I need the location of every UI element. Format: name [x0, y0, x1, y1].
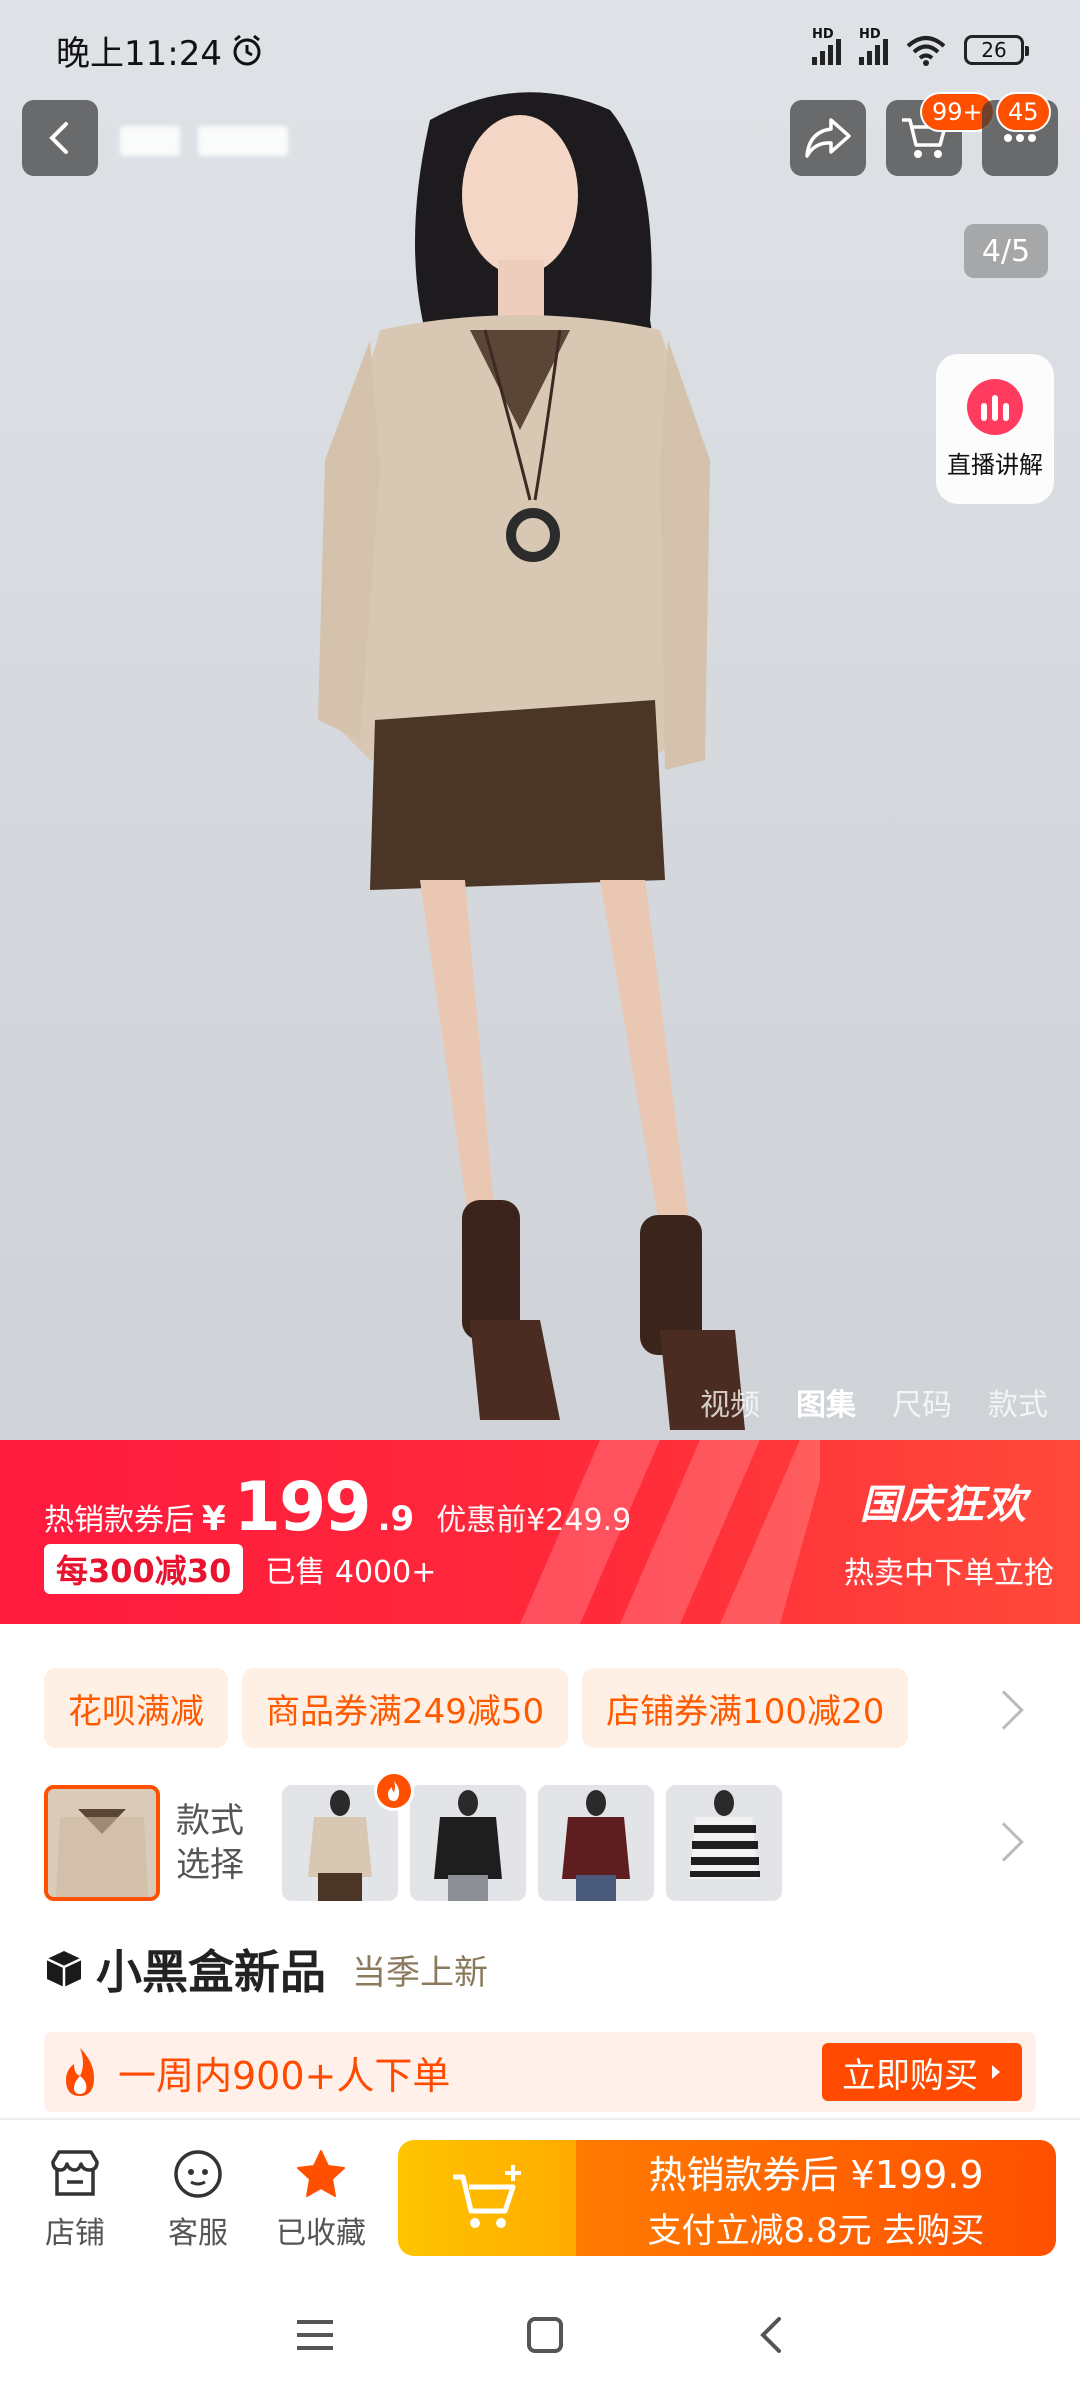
customer-service-button[interactable]: 客服 [143, 2148, 253, 2252]
image-page-counter: 4/5 [964, 224, 1048, 278]
coupon-chevron-right-icon[interactable] [984, 1690, 1024, 1730]
buy-now-button[interactable]: 立即购买 [822, 2043, 1022, 2101]
status-icons: HD HD 26 [812, 27, 1029, 66]
style-thumb-image [666, 1785, 782, 1901]
style-option-wrap [282, 1771, 414, 1901]
promo-tag: 每300减30 [44, 1544, 244, 1594]
signal-icon-1: HD [812, 27, 841, 65]
festival-title: 国庆狂欢 [860, 1482, 1028, 1528]
shop-button[interactable]: 店铺 [20, 2148, 130, 2252]
tab-gallery[interactable]: 图集 [796, 1380, 856, 1424]
bottom-action-bar: 店铺 客服 已收藏 热销款券后 ¥199.9 支付立减8.8元 去购买 [0, 2120, 1080, 2270]
tab-video[interactable]: 视频 [700, 1380, 760, 1424]
live-explain-label: 直播讲解 [947, 450, 1043, 479]
status-time: 晚上11:24 [56, 26, 264, 75]
product-image[interactable]: 晚上11:24 HD HD 26 99+ 45 4/5 直播讲解 视频 图集 尺… [0, 0, 1080, 1440]
model-photo [318, 92, 745, 1430]
sold-count: 已售 4000+ [265, 1555, 437, 1590]
triangle-right-icon [992, 2065, 1000, 2079]
share-button[interactable] [790, 100, 866, 176]
style-thumb-image [48, 1789, 156, 1897]
fire-icon [66, 2048, 94, 2096]
clock-text: 晚上11:24 [56, 33, 222, 74]
style-option-black[interactable] [410, 1785, 526, 1901]
style-thumb-image [410, 1785, 526, 1901]
price-value: 199 [233, 1468, 372, 1547]
style-chevron-right-icon[interactable] [984, 1822, 1024, 1862]
cart-button[interactable]: 99+ [886, 92, 995, 176]
price-banner: 热销款券后 ¥ 199 .9 优惠前¥249.9 每300减30 已售 4000… [0, 1440, 1080, 1624]
chevron-left-icon [49, 122, 68, 154]
price-row-secondary: 每300减30 已售 4000+ [44, 1544, 436, 1594]
coupon-product[interactable]: 商品券满249减50 [242, 1668, 569, 1748]
back-nav-icon[interactable] [755, 2315, 785, 2355]
more-button[interactable]: 45 [982, 92, 1058, 176]
price-currency: ¥ [202, 1499, 226, 1539]
menu-icon[interactable] [295, 2318, 335, 2352]
share-icon [805, 118, 851, 158]
coupon-huabei[interactable]: 花呗满减 [44, 1668, 228, 1748]
buy-discount-line: 支付立减8.8元 去购买 [647, 2211, 985, 2251]
black-box-icon [46, 1951, 82, 1987]
style-thumb-image [538, 1785, 654, 1901]
original-price: 优惠前¥249.9 [436, 1503, 632, 1538]
tab-size[interactable]: 尺码 [892, 1380, 952, 1424]
buy-main-area[interactable]: 热销款券后 ¥199.9 支付立减8.8元 去购买 [576, 2140, 1056, 2256]
coupon-store[interactable]: 店铺券满100减20 [582, 1668, 909, 1748]
live-explain-button[interactable]: 直播讲解 [936, 354, 1054, 504]
back-button[interactable] [22, 100, 98, 176]
store-name-blurred [120, 118, 310, 164]
favorite-button[interactable]: 已收藏 [266, 2148, 376, 2252]
buy-price-line: 热销款券后 ¥199.9 [648, 2153, 984, 2197]
brand-subtitle: 当季上新 [352, 1952, 488, 1993]
order-stat-bar: 一周内900+人下单 立即购买 [44, 2032, 1036, 2112]
hot-fire-icon [374, 1771, 414, 1811]
status-bar: 晚上11:24 HD HD 26 [0, 0, 1080, 100]
style-option-stripe[interactable] [666, 1785, 782, 1901]
media-tabs: 视频 图集 尺码 款式 [700, 1380, 1048, 1424]
brand-name: 小黑盒新品 [96, 1945, 326, 1999]
star-icon [297, 2150, 345, 2197]
price-row: 热销款券后 ¥ 199 .9 优惠前¥249.9 [44, 1468, 631, 1547]
system-nav-bar [0, 2270, 1080, 2400]
style-thumb-selected[interactable] [44, 1785, 160, 1901]
signal-icon-2: HD [859, 27, 888, 65]
add-cart-icon [453, 2165, 521, 2228]
live-icon [967, 378, 1023, 435]
chat-face-icon [174, 2150, 222, 2198]
festival-subtitle: 热卖中下单立抢 [844, 1556, 1054, 1591]
order-count-text: 一周内900+人下单 [118, 2053, 451, 2098]
wifi-icon [906, 36, 946, 66]
tab-style[interactable]: 款式 [988, 1380, 1048, 1424]
brand-row[interactable]: 小黑盒新品 当季上新 [44, 1936, 488, 2002]
store-icon [51, 2150, 99, 2196]
buy-with-coupon-button[interactable]: 热销款券后 ¥199.9 支付立减8.8元 去购买 [398, 2140, 1056, 2256]
message-count-badge: 45 [996, 92, 1051, 132]
battery-icon: 26 [964, 35, 1029, 65]
add-to-cart-button[interactable] [398, 2140, 576, 2256]
style-selection-label: 款式 选择 [176, 1801, 244, 1885]
price-prefix: 热销款券后 [44, 1503, 194, 1538]
price-decimal: .9 [377, 1499, 415, 1539]
shop-label: 店铺 [45, 2216, 105, 2251]
customer-service-label: 客服 [168, 2216, 228, 2251]
coupon-row: 花呗满减 商品券满249减50 店铺券满100减20 [44, 1668, 909, 1748]
alarm-icon [233, 34, 261, 66]
style-selection: 款式 选择 [44, 1771, 782, 1902]
style-option-burgundy[interactable] [538, 1785, 654, 1901]
favorite-label: 已收藏 [276, 2216, 366, 2251]
home-icon[interactable] [526, 2316, 564, 2354]
